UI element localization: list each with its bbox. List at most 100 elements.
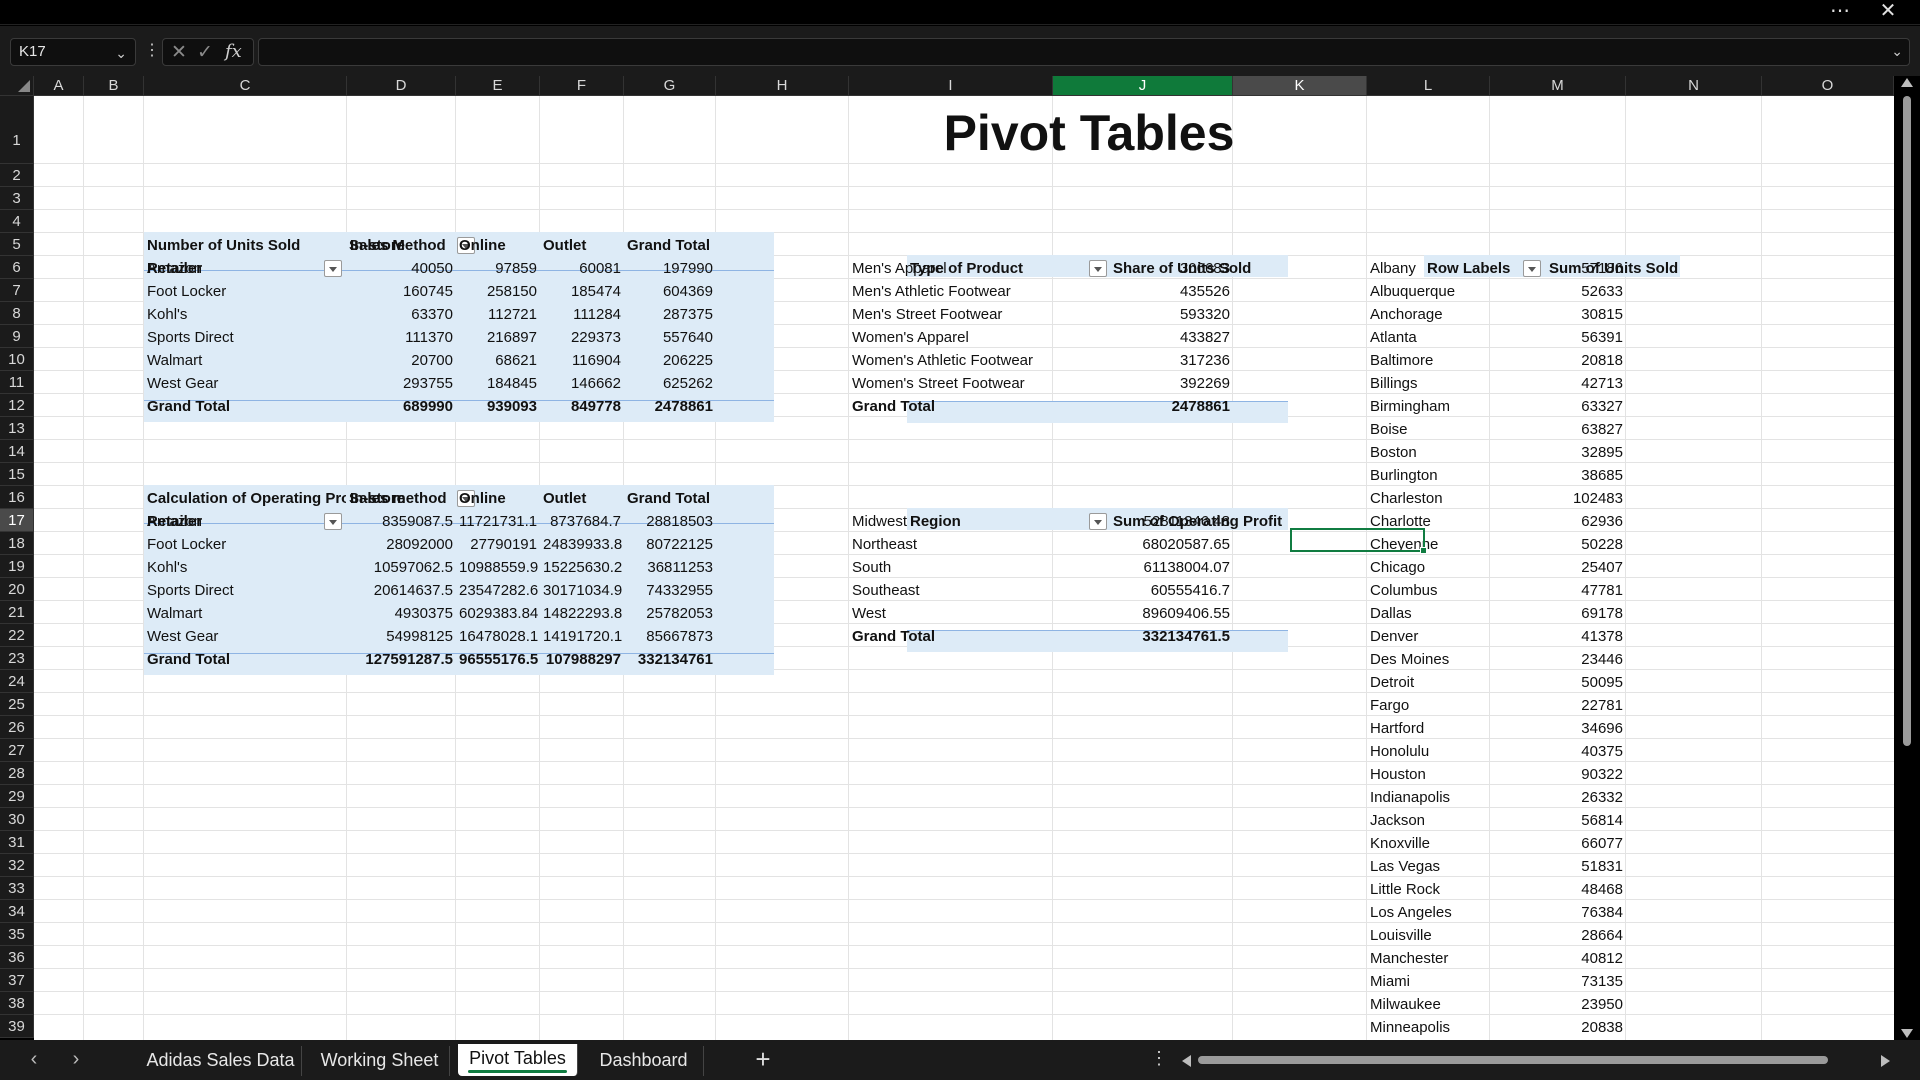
row-header-38[interactable]: 38	[0, 992, 34, 1015]
row-header-2[interactable]: 2	[0, 164, 34, 187]
pivot-value-cell: 52811346.48	[1143, 513, 1230, 530]
tab-bar-more-icon[interactable]: ⋮	[1150, 1048, 1168, 1069]
row-header-25[interactable]: 25	[0, 693, 34, 716]
pivot-value-cell: 69178	[1581, 605, 1623, 622]
column-header-f[interactable]: F	[540, 76, 624, 96]
row-header-20[interactable]: 20	[0, 578, 34, 601]
row-header-16[interactable]: 16	[0, 486, 34, 509]
row-header-10[interactable]: 10	[0, 348, 34, 371]
row-header-23[interactable]: 23	[0, 647, 34, 670]
pivot-value-cell: 20838	[1581, 1019, 1623, 1036]
row-header-6[interactable]: 6	[0, 256, 34, 279]
expand-formula-icon[interactable]: ⌄	[1891, 43, 1903, 60]
formula-bar-more-icon[interactable]: ⋮	[144, 40, 160, 60]
fx-icon[interactable]: fx	[225, 41, 242, 62]
chevron-down-icon[interactable]: ⌄	[115, 40, 127, 66]
row-header-21[interactable]: 21	[0, 601, 34, 624]
column-header-j[interactable]: J	[1053, 76, 1233, 96]
column-header-g[interactable]: G	[624, 76, 716, 96]
more-options-icon[interactable]: ⋯	[1820, 0, 1860, 25]
row-header-36[interactable]: 36	[0, 946, 34, 969]
row-header-22[interactable]: 22	[0, 624, 34, 647]
row-header-11[interactable]: 11	[0, 371, 34, 394]
tab-working-sheet[interactable]: Working Sheet	[310, 1046, 450, 1076]
row-header-39[interactable]: 39	[0, 1015, 34, 1038]
pivot-value-cell: 206225	[662, 352, 713, 369]
pivot-value-cell: 61138004.07	[1143, 559, 1230, 576]
pivot-column-header: Outlet	[543, 490, 587, 507]
column-header-k[interactable]: K	[1233, 76, 1367, 96]
vertical-scrollbar[interactable]	[1894, 76, 1920, 1040]
row-header-35[interactable]: 35	[0, 923, 34, 946]
next-sheet-icon[interactable]: ›	[64, 1048, 88, 1071]
previous-sheet-icon[interactable]: ‹	[22, 1048, 46, 1071]
pivot-value-cell: 229373	[570, 329, 621, 346]
pivot-value-cell: 8737684.7	[550, 513, 621, 530]
window-title-bar: ⋯ ✕	[0, 0, 1920, 25]
scroll-left-icon[interactable]	[1182, 1055, 1191, 1067]
pivot-value-cell: 25782053	[646, 605, 713, 622]
tab-dashboard[interactable]: Dashboard	[584, 1046, 704, 1076]
vertical-scroll-thumb[interactable]	[1903, 96, 1911, 746]
row-header-26[interactable]: 26	[0, 716, 34, 739]
row-header-4[interactable]: 4	[0, 210, 34, 233]
formula-input[interactable]: ⌄	[258, 38, 1910, 66]
column-header-n[interactable]: N	[1626, 76, 1762, 96]
tab-pivot-tables[interactable]: Pivot Tables	[458, 1044, 578, 1076]
row-header-1[interactable]: 1	[0, 96, 34, 164]
pivot-value-cell: 28664	[1581, 927, 1623, 944]
row-header-9[interactable]: 9	[0, 325, 34, 348]
select-all-corner[interactable]	[0, 76, 34, 96]
pivot-row-label: West Gear	[147, 375, 219, 392]
row-header-37[interactable]: 37	[0, 969, 34, 992]
row-header-19[interactable]: 19	[0, 555, 34, 578]
row-header-18[interactable]: 18	[0, 532, 34, 555]
pivot-row-label: Sports Direct	[147, 329, 234, 346]
column-header-c[interactable]: C	[144, 76, 347, 96]
row-header-3[interactable]: 3	[0, 187, 34, 210]
cancel-icon[interactable]: ✕	[171, 41, 187, 64]
column-header-i[interactable]: I	[849, 76, 1053, 96]
scroll-right-icon[interactable]	[1881, 1055, 1890, 1067]
row-header-27[interactable]: 27	[0, 739, 34, 762]
row-header-14[interactable]: 14	[0, 440, 34, 463]
row-header-12[interactable]: 12	[0, 394, 34, 417]
column-header-m[interactable]: M	[1490, 76, 1626, 96]
row-header-15[interactable]: 15	[0, 463, 34, 486]
scroll-down-icon[interactable]	[1901, 1029, 1913, 1038]
row-header-5[interactable]: 5	[0, 233, 34, 256]
horizontal-scroll-thumb[interactable]	[1198, 1056, 1828, 1064]
active-cell-k17[interactable]	[1290, 528, 1427, 554]
row-header-32[interactable]: 32	[0, 854, 34, 877]
column-header-d[interactable]: D	[347, 76, 456, 96]
row-header-17[interactable]: 17	[0, 509, 34, 532]
column-header-o[interactable]: O	[1762, 76, 1894, 96]
row-header-29[interactable]: 29	[0, 785, 34, 808]
horizontal-scrollbar[interactable]	[1180, 1050, 1892, 1070]
row-header-13[interactable]: 13	[0, 417, 34, 440]
row-header-24[interactable]: 24	[0, 670, 34, 693]
add-sheet-button[interactable]: +	[748, 1044, 778, 1075]
name-box[interactable]: K17 ⌄	[10, 38, 136, 66]
cell-grid[interactable]: Pivot Tables Number of Units Sold Sales …	[34, 96, 1894, 1040]
close-icon[interactable]: ✕	[1868, 0, 1908, 25]
row-header-33[interactable]: 33	[0, 877, 34, 900]
pivot-grand-total-value: 2478861	[654, 398, 713, 415]
pivot-column-header: Outlet	[543, 237, 587, 254]
scroll-up-icon[interactable]	[1901, 78, 1913, 87]
column-header-b[interactable]: B	[84, 76, 144, 96]
column-header-h[interactable]: H	[716, 76, 849, 96]
check-icon[interactable]: ✓	[197, 41, 213, 64]
row-header-31[interactable]: 31	[0, 831, 34, 854]
tab-adidas-sales-data[interactable]: Adidas Sales Data	[140, 1046, 302, 1076]
row-header-28[interactable]: 28	[0, 762, 34, 785]
row-header-34[interactable]: 34	[0, 900, 34, 923]
pivot-value-cell: 116904	[572, 352, 621, 369]
row-header-30[interactable]: 30	[0, 808, 34, 831]
row-header-8[interactable]: 8	[0, 302, 34, 325]
column-header-e[interactable]: E	[456, 76, 540, 96]
column-header-l[interactable]: L	[1367, 76, 1490, 96]
column-header-a[interactable]: A	[34, 76, 84, 96]
row-header-7[interactable]: 7	[0, 279, 34, 302]
pivot-value-cell: 50095	[1581, 674, 1623, 691]
